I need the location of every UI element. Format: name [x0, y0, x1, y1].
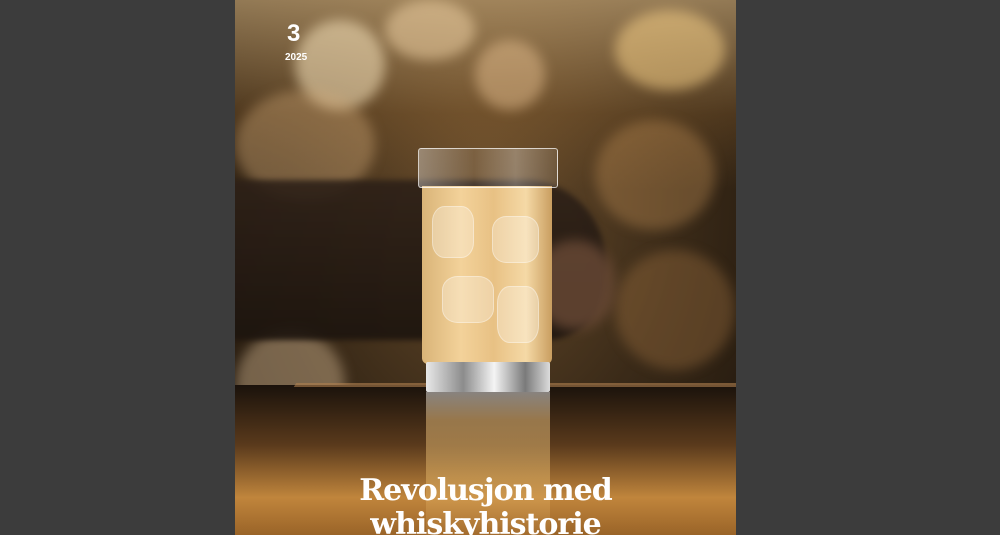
issue-number: 3: [287, 20, 301, 47]
glass-base: [426, 362, 550, 392]
ice-cube: [492, 216, 539, 263]
bokeh-light: [595, 120, 715, 230]
cocktail-glass-image: [418, 148, 558, 398]
headline-line-1: Revolusjon med: [359, 473, 612, 508]
bokeh-light: [475, 40, 545, 110]
bokeh-light: [615, 10, 725, 90]
issue-year: 2025: [285, 52, 308, 63]
cocktail-liquid: [422, 186, 552, 364]
glass-rim: [418, 148, 558, 188]
bokeh-light: [615, 250, 735, 370]
ice-cube: [497, 286, 539, 343]
headline-line-2: whiskyhistorie: [370, 507, 601, 535]
bokeh-light: [385, 0, 475, 60]
magazine-cover-page: 3 2025 Revolusjon med whiskyhistorie: [235, 0, 736, 535]
ice-cube: [432, 206, 474, 258]
cover-headline: Revolusjon med whiskyhistorie: [235, 474, 736, 535]
document-viewer: 3 2025 Revolusjon med whiskyhistorie: [0, 0, 1000, 535]
ice-cube: [442, 276, 494, 323]
